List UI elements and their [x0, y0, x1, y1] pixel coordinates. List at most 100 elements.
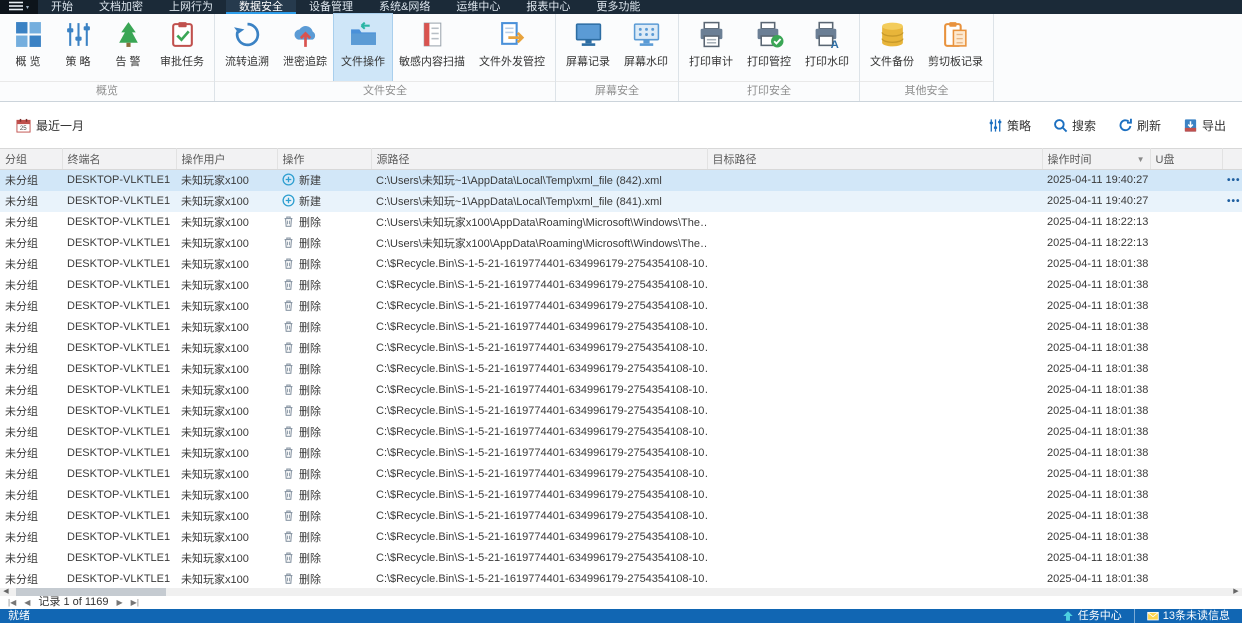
column-header-终端名[interactable]: 终端名 — [62, 148, 177, 170]
refresh-button[interactable]: 刷新 — [1118, 117, 1161, 134]
table-row[interactable]: 未分组 DESKTOP-VLKTLE1 未知玩家x100 删除 C:\Users\未知玩… — [0, 212, 1242, 233]
table-row[interactable]: 未分组 DESKTOP-VLKTLE1 未知玩家x100 删除 C:\$Recycle.… — [0, 254, 1242, 275]
ribbon-item-敏感内容扫描[interactable]: 敏感内容扫描 — [392, 14, 472, 81]
ribbon-item-打印管控[interactable]: 打印管控 — [740, 14, 798, 81]
table-row[interactable]: 未分组 DESKTOP-VLKTLE1 未知玩家x100 删除 C:\$Recycle.… — [0, 527, 1242, 548]
cell-source-path: C:\$Recycle.Bin\S-1-5-21-1619774401-6349… — [376, 300, 707, 312]
cell-usb — [1150, 464, 1222, 485]
search-button[interactable]: 搜索 — [1053, 117, 1096, 134]
column-header-U盘[interactable]: U盘 — [1150, 148, 1223, 170]
ribbon-item-文件操作[interactable]: 文件操作 — [333, 13, 393, 82]
cell-user: 未知玩家x100 — [181, 385, 249, 397]
unread-messages-button[interactable]: 13条未读信息 — [1133, 609, 1242, 623]
table-row[interactable]: 未分组 DESKTOP-VLKTLE1 未知玩家x100 删除 C:\$Recycle.… — [0, 422, 1242, 443]
operation-label: 删除 — [299, 343, 321, 355]
table-row[interactable]: 未分组 DESKTOP-VLKTLE1 未知玩家x100 删除 C:\$Recycle.… — [0, 548, 1242, 569]
cell-group: 未分组 — [5, 448, 38, 460]
operation-label: 删除 — [299, 385, 321, 397]
table-row[interactable]: 未分组 DESKTOP-VLKTLE1 未知玩家x100 删除 C:\$Recycle.… — [0, 401, 1242, 422]
ribbon-item-打印审计[interactable]: 打印审计 — [682, 14, 740, 81]
cell-operation-time: 2025-04-11 18:01:38 — [1047, 426, 1149, 438]
ribbon-item-屏幕记录[interactable]: 屏幕记录 — [559, 14, 617, 81]
column-header-分组[interactable]: 分组 — [0, 148, 63, 170]
scrollbar-thumb[interactable] — [16, 588, 166, 596]
policy-button[interactable]: 策略 — [988, 117, 1031, 134]
cell-operation: 删除 — [277, 380, 371, 401]
row-menu-button[interactable]: ••• — [1227, 175, 1241, 186]
cell-target-path — [707, 527, 1042, 548]
table-row[interactable]: 未分组 DESKTOP-VLKTLE1 未知玩家x100 删除 C:\$Recycle.… — [0, 464, 1242, 485]
table-row[interactable]: 未分组 DESKTOP-VLKTLE1 未知玩家x100 删除 C:\$Recycle.… — [0, 443, 1242, 464]
ribbon-item-label: 概 览 — [15, 56, 41, 68]
table-row[interactable]: 未分组 DESKTOP-VLKTLE1 未知玩家x100 新建 C:\Users\未知玩… — [0, 169, 1242, 191]
ribbon-item-文件备份[interactable]: 文件备份 — [863, 14, 921, 81]
table-row[interactable]: 未分组 DESKTOP-VLKTLE1 未知玩家x100 删除 C:\$Recycle.… — [0, 485, 1242, 506]
menu-tab-数据安全[interactable]: 数据安全 — [226, 0, 296, 14]
menu-tab-运维中心[interactable]: 运维中心 — [443, 0, 513, 14]
last-page-button[interactable]: ▶| — [131, 596, 139, 609]
next-page-button[interactable]: ▶ — [117, 596, 123, 609]
cell-operation: 删除 — [277, 359, 371, 380]
ribbon-item-审批任务[interactable]: 审批任务 — [153, 14, 211, 81]
column-header-目标路径[interactable]: 目标路径 — [707, 148, 1043, 170]
export-button[interactable]: 导出 — [1183, 117, 1226, 134]
column-header-操作[interactable]: 操作 — [277, 148, 372, 170]
ribbon-item-告警[interactable]: 告 警 — [103, 14, 153, 81]
menu-tab-上网行为[interactable]: 上网行为 — [156, 0, 226, 14]
cell-source-path: C:\Users\未知玩~1\AppData\Local\Temp\xml_fi… — [371, 190, 707, 212]
ribbon-item-流转追溯[interactable]: 流转追溯 — [218, 14, 276, 81]
table-row[interactable]: 未分组 DESKTOP-VLKTLE1 未知玩家x100 删除 C:\$Recycle.… — [0, 275, 1242, 296]
ribbon-item-策略[interactable]: 策 略 — [53, 14, 103, 81]
cell-source-path: C:\$Recycle.Bin\S-1-5-21-1619774401-6349… — [376, 447, 707, 459]
table-row[interactable]: 未分组 DESKTOP-VLKTLE1 未知玩家x100 删除 C:\$Recycle.… — [0, 506, 1242, 527]
ribbon-item-label: 屏幕水印 — [624, 56, 668, 68]
date-range-filter[interactable]: 25 最近一月 — [16, 117, 84, 134]
table-row[interactable]: 未分组 DESKTOP-VLKTLE1 未知玩家x100 删除 C:\$Recycle.… — [0, 569, 1242, 589]
cell-terminal: DESKTOP-VLKTLE1 — [67, 468, 171, 480]
row-menu-button[interactable]: ••• — [1227, 196, 1241, 207]
menu-tab-系统&网络[interactable]: 系统&网络 — [366, 0, 443, 14]
menu-tab-开始[interactable]: 开始 — [38, 0, 86, 14]
table-row[interactable]: 未分组 DESKTOP-VLKTLE1 未知玩家x100 删除 C:\$Recycle.… — [0, 380, 1242, 401]
cell-user: 未知玩家x100 — [176, 169, 277, 191]
cell-actions — [1222, 527, 1242, 548]
file-operations-icon — [349, 20, 378, 49]
ribbon-item-屏幕水印[interactable]: 屏幕水印 — [617, 14, 675, 81]
menu-tab-报表中心[interactable]: 报表中心 — [513, 0, 583, 14]
app-menu-button[interactable]: ▾ — [0, 0, 38, 14]
menu-tab-文档加密[interactable]: 文档加密 — [86, 0, 156, 14]
table-row[interactable]: 未分组 DESKTOP-VLKTLE1 未知玩家x100 删除 C:\Users\未知玩… — [0, 233, 1242, 254]
table-row[interactable]: 未分组 DESKTOP-VLKTLE1 未知玩家x100 删除 C:\$Recycle.… — [0, 338, 1242, 359]
ribbon-item-打印水印[interactable]: A 打印水印 — [798, 14, 856, 81]
menu-tab-更多功能[interactable]: 更多功能 — [583, 0, 653, 14]
menu-tab-设备管理[interactable]: 设备管理 — [296, 0, 366, 14]
plus-circle-icon — [282, 173, 299, 187]
cell-operation: 删除 — [277, 296, 371, 317]
scrollbar-track[interactable] — [12, 588, 1230, 596]
table-row[interactable]: 未分组 DESKTOP-VLKTLE1 未知玩家x100 删除 C:\$Recycle.… — [0, 317, 1242, 338]
column-header-操作用户[interactable]: 操作用户 — [176, 148, 278, 170]
ribbon-item-概览[interactable]: 概 览 — [3, 14, 53, 81]
cell-terminal: DESKTOP-VLKTLE1 — [67, 531, 171, 543]
cell-group: 未分组 — [5, 364, 38, 376]
horizontal-scrollbar[interactable]: ◀ ▶ — [0, 588, 1242, 596]
prev-page-button[interactable]: ◀ — [24, 596, 30, 609]
table-row[interactable]: 未分组 DESKTOP-VLKTLE1 未知玩家x100 删除 C:\$Recycle.… — [0, 359, 1242, 380]
task-center-button[interactable]: 任务中心 — [1050, 609, 1134, 623]
ribbon-item-剪切板记录[interactable]: 剪切板记录 — [921, 14, 990, 81]
column-header-源路径[interactable]: 源路径 — [371, 148, 708, 170]
first-page-button[interactable]: |◀ — [8, 596, 16, 609]
table-row[interactable]: 未分组 DESKTOP-VLKTLE1 未知玩家x100 新建 C:\Users\未知玩… — [0, 190, 1242, 212]
scroll-right-icon[interactable]: ▶ — [1230, 588, 1242, 596]
cell-user: 未知玩家x100 — [181, 448, 249, 460]
cell-source-path: C:\$Recycle.Bin\S-1-5-21-1619774401-6349… — [376, 468, 707, 480]
ribbon-item-泄密追踪[interactable]: 泄密追踪 — [276, 14, 334, 81]
column-header-操作时间[interactable]: 操作时间 ▼ — [1042, 148, 1151, 170]
operation-label: 删除 — [299, 364, 321, 376]
cell-source-path: C:\$Recycle.Bin\S-1-5-21-1619774401-6349… — [376, 531, 707, 543]
table-row[interactable]: 未分组 DESKTOP-VLKTLE1 未知玩家x100 删除 C:\$Recycle.… — [0, 296, 1242, 317]
chevron-down-icon[interactable]: ▼ — [1137, 155, 1145, 164]
scroll-left-icon[interactable]: ◀ — [0, 588, 12, 596]
cell-source-path: C:\Users\未知玩家x100\AppData\Roaming\Micros… — [376, 217, 707, 229]
ribbon-item-文件外发管控[interactable]: 文件外发管控 — [472, 14, 552, 81]
